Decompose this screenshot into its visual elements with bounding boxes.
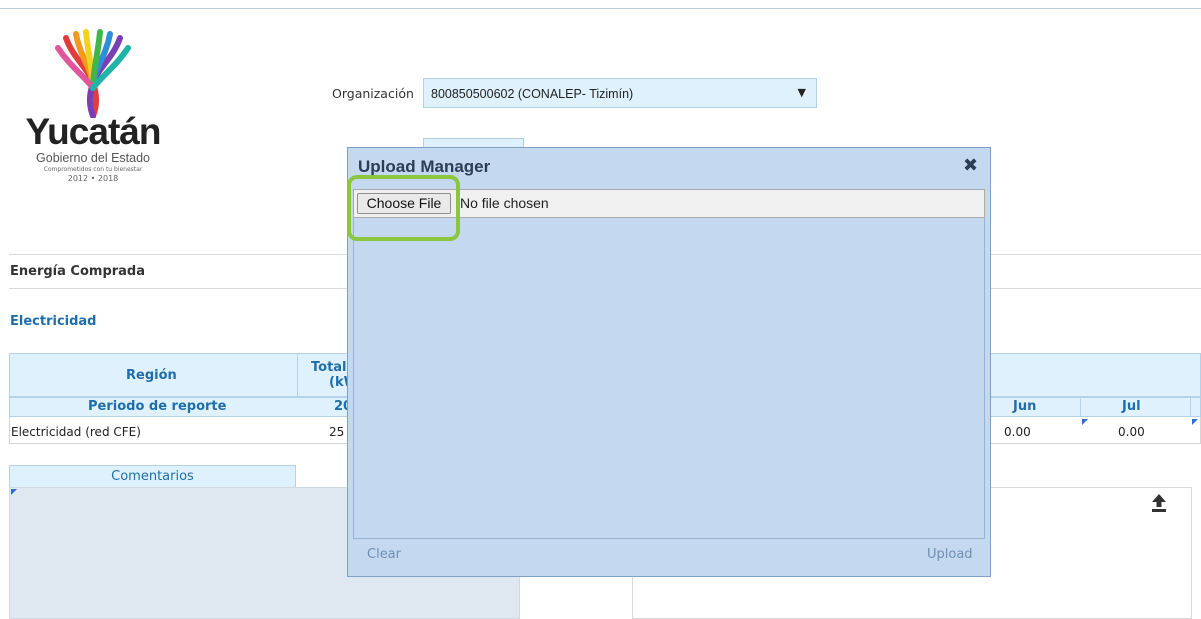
highlight-annotation [347,175,460,241]
logo-years: 2012 • 2018 [67,174,119,183]
section-title-electricity: Electricidad [10,314,97,329]
cell-jun[interactable]: 0.00 [1004,425,1031,439]
comments-tab[interactable]: Comentarios [9,465,296,487]
column-header-period: Periodo de reporte [88,399,227,414]
upload-button[interactable]: Upload [927,547,973,562]
cell-jul[interactable]: 0.00 [1118,425,1145,439]
cell-total[interactable]: 25 [329,425,344,439]
upload-icon[interactable] [1150,492,1168,514]
column-header-region: Región [126,368,177,383]
organization-selected-value: 800850500602 (CONALEP- Tizimín) [431,87,634,101]
organization-select[interactable]: 800850500602 (CONALEP- Tizimín) ▼ [423,78,817,108]
column-header-jul: Jul [1122,399,1141,414]
comment-marker-icon [11,489,17,495]
logo-subtitle: Gobierno del Estado [36,151,150,165]
cell-comment-marker-icon [1082,419,1088,425]
logo-tagline: Comprometidos con tu bienestar [43,166,143,173]
file-list-area [353,218,985,539]
organization-label: Organización [332,86,414,101]
column-header-total: Total [311,360,347,375]
dropdown-arrow-icon: ▼ [797,86,806,99]
section-title-energy: Energía Comprada [10,264,146,279]
dialog-title: Upload Manager [358,157,491,176]
clear-button[interactable]: Clear [367,547,401,562]
column-header-jun: Jun [1013,399,1037,414]
logo-wordmark: Yucatán [25,111,162,152]
cell-comment-marker-icon [1192,419,1198,425]
top-divider [0,8,1201,9]
file-status-text: No file chosen [460,195,549,211]
row-label-electricity: Electricidad (red CFE) [11,425,141,439]
close-icon[interactable]: ✖ [963,155,978,176]
